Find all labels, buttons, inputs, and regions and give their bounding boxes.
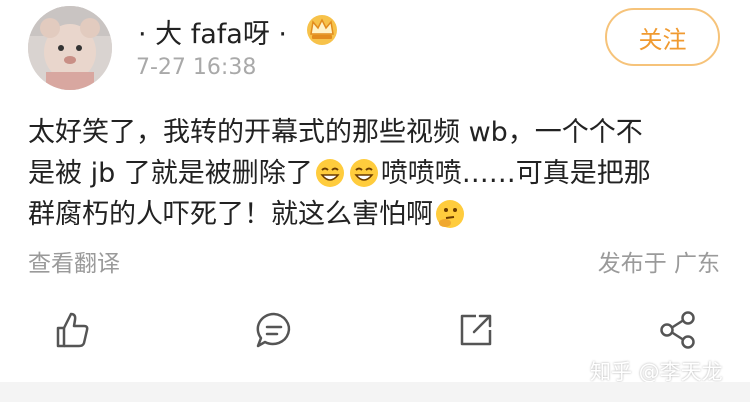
like-icon[interactable] <box>50 308 94 352</box>
comment-icon[interactable] <box>252 308 296 352</box>
grin-emoji-icon <box>349 159 378 187</box>
post-content: 太好笑了，我转的开幕式的那些视频 wb，一个个不 是被 jb 了就是被删除了 喷喷… <box>28 112 728 235</box>
content-text: 是被 jb 了就是被删除了 <box>28 158 313 189</box>
content-text: 群腐朽的人吓死了！就这么害怕啊 <box>28 199 433 230</box>
content-line-1: 太好笑了，我转的开幕式的那些视频 wb，一个个不 <box>28 112 728 153</box>
bottom-separator <box>0 382 750 402</box>
avatar[interactable] <box>28 6 112 90</box>
repost-icon[interactable] <box>454 308 498 352</box>
crown-badge-icon <box>307 15 337 45</box>
content-line-2: 是被 jb 了就是被删除了 喷喷喷……可真是把那 <box>28 153 728 194</box>
translate-link[interactable]: 查看翻译 <box>28 244 120 278</box>
follow-button[interactable]: 关注 <box>605 8 720 66</box>
thinking-emoji-icon <box>436 200 464 228</box>
grin-emoji-icon <box>315 159 344 187</box>
post-time: 7-27 16:38 <box>136 55 257 80</box>
username[interactable]: · 大 fafa呀 · <box>138 12 287 51</box>
share-icon[interactable] <box>656 308 700 352</box>
post-location: 发布于 广东 <box>597 251 720 277</box>
content-line-3: 群腐朽的人吓死了！就这么害怕啊 <box>28 194 728 235</box>
content-text: 喷喷喷……可真是把那 <box>380 158 651 189</box>
content-text: 太好笑了，我转的开幕式的那些视频 wb，一个个不 <box>28 117 643 148</box>
